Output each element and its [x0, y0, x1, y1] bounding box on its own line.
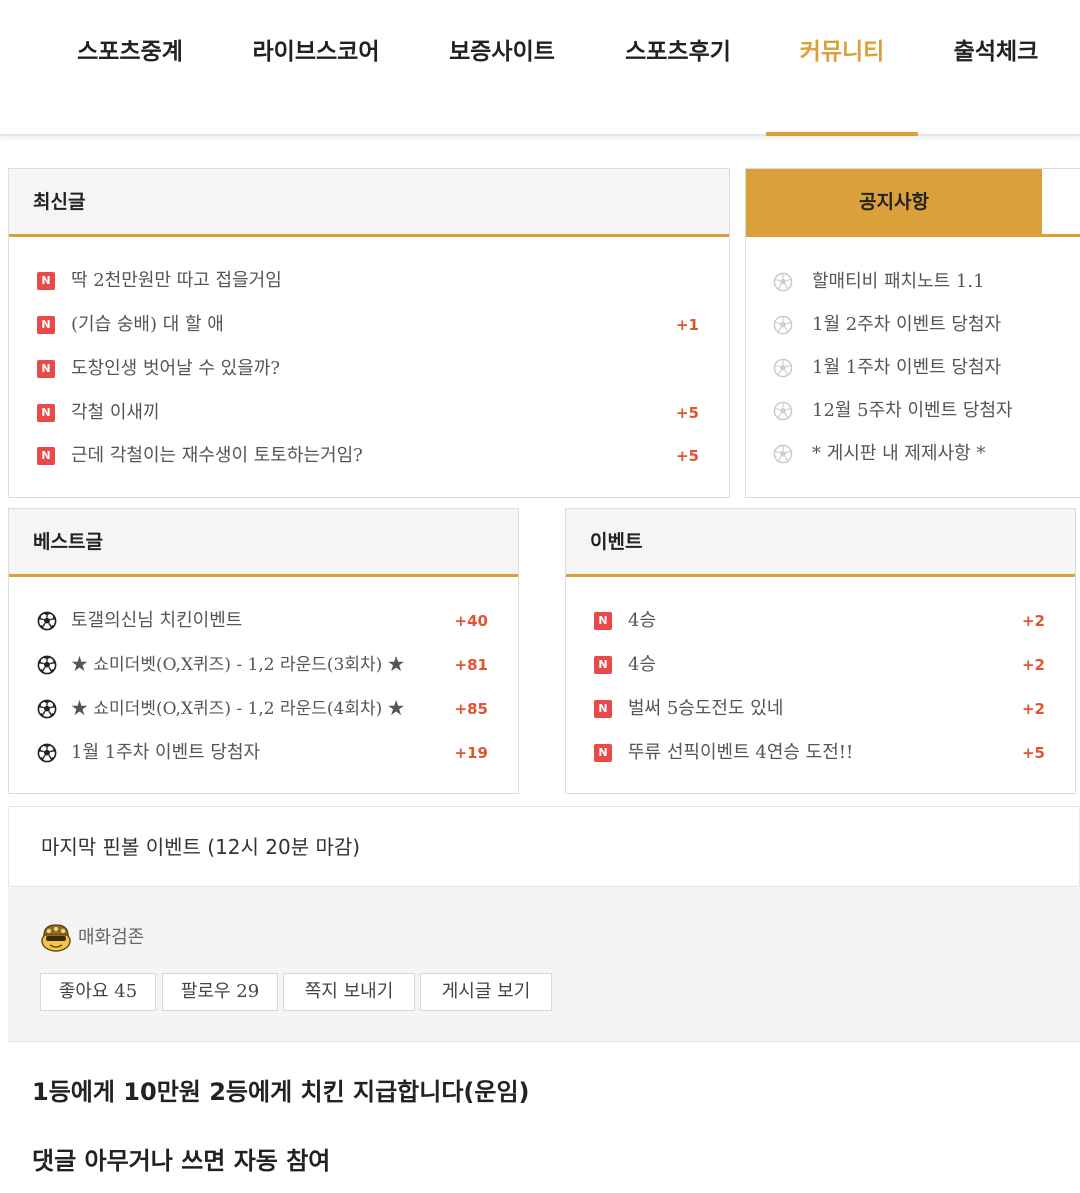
list-item[interactable]: 1월 1주차 이벤트 당첨자	[746, 353, 1080, 383]
events-panel: 이벤트 4승 +2 4승 +2 벌써 5승도전도 있네 +2 뚜류 선픽이벤트 …	[565, 508, 1076, 794]
new-badge-icon	[37, 272, 55, 290]
post-body-line: 1등에게 10만원 2등에게 치킨 지급합니다(운임)	[32, 1078, 530, 1106]
list-item[interactable]: 도창인생 벗어날 수 있을까?	[9, 354, 729, 384]
like-button[interactable]: 좋아요 45	[40, 973, 156, 1011]
list-item[interactable]: 4승 +2	[566, 650, 1075, 680]
comment-count: +5	[675, 447, 699, 465]
comment-count: +1	[675, 316, 699, 334]
list-item[interactable]: 1월 1주차 이벤트 당첨자 +19	[9, 738, 518, 768]
list-item-text: 1월 1주차 이벤트 당첨자	[71, 742, 261, 763]
list-item[interactable]: 근데 각철이는 재수생이 토토하는거임? +5	[9, 441, 729, 471]
nav-item-sports-broadcast[interactable]: 스포츠중계	[74, 30, 186, 74]
best-posts-header: 베스트글	[9, 509, 518, 577]
list-item[interactable]: ★ 쇼미더벳(O,X퀴즈) - 1,2 라운드(4회차) ★ +85	[9, 694, 518, 724]
soccer-ball-icon	[773, 401, 793, 421]
list-item[interactable]: ★ 쇼미더벳(O,X퀴즈) - 1,2 라운드(3회차) ★ +81	[9, 650, 518, 680]
soccer-ball-icon	[773, 358, 793, 378]
soccer-ball-icon	[773, 444, 793, 464]
comment-count: +5	[675, 404, 699, 422]
soccer-ball-icon	[37, 743, 57, 763]
list-item-text: 할매티비 패치노트 1.1	[812, 271, 985, 292]
list-item[interactable]: 1월 2주차 이벤트 당첨자	[746, 310, 1080, 340]
list-item-text: 1월 1주차 이벤트 당첨자	[812, 357, 1002, 378]
comment-count: +2	[1021, 700, 1045, 718]
list-item[interactable]: 딱 2천만원만 따고 접을거임	[9, 266, 729, 296]
list-item-text: 12월 5주차 이벤트 당첨자	[812, 400, 1013, 421]
list-item[interactable]: 뚜류 선픽이벤트 4연승 도전!! +5	[566, 738, 1075, 768]
new-badge-icon	[594, 744, 612, 762]
soccer-ball-icon	[773, 272, 793, 292]
events-header: 이벤트	[566, 509, 1075, 577]
new-badge-icon	[37, 360, 55, 378]
list-item-text: ★ 쇼미더벳(O,X퀴즈) - 1,2 라운드(4회차) ★	[71, 699, 405, 719]
list-item-text: 벌써 5승도전도 있네	[628, 698, 784, 719]
soccer-ball-icon	[37, 699, 57, 719]
avatar-icon[interactable]	[40, 921, 72, 953]
new-badge-icon	[37, 447, 55, 465]
comment-count: +2	[1021, 612, 1045, 630]
list-item-text: 4승	[628, 610, 657, 631]
comment-count: +85	[454, 700, 488, 718]
send-message-button[interactable]: 쪽지 보내기	[283, 973, 415, 1011]
list-item-text: ★ 쇼미더벳(O,X퀴즈) - 1,2 라운드(3회차) ★	[71, 655, 405, 675]
latest-posts-header: 최신글	[9, 169, 729, 237]
list-item[interactable]: 토갤의신님 치킨이벤트 +40	[9, 606, 518, 636]
active-tab-indicator	[766, 132, 918, 136]
comment-count: +5	[1021, 744, 1045, 762]
list-item[interactable]: (기습 숭배) 대 할 애 +1	[9, 310, 729, 340]
nav-item-verified-sites[interactable]: 보증사이트	[446, 30, 558, 74]
list-item-text: 4승	[628, 654, 657, 675]
new-badge-icon	[37, 404, 55, 422]
list-item[interactable]: 벌써 5승도전도 있네 +2	[566, 694, 1075, 724]
top-navigation: 스포츠중계 라이브스코어 보증사이트 스포츠후기 커뮤니티 출석체크	[0, 0, 1080, 136]
post-title: 마지막 핀볼 이벤트 (12시 20분 마감)	[41, 835, 361, 859]
list-item-text: 토갤의신님 치킨이벤트	[71, 610, 243, 631]
list-item-text: (기습 숭배) 대 할 애	[71, 314, 224, 335]
latest-posts-panel: 최신글 딱 2천만원만 따고 접을거임 (기습 숭배) 대 할 애 +1 도창인…	[8, 168, 730, 498]
soccer-ball-icon	[773, 315, 793, 335]
events-title: 이벤트	[590, 531, 643, 553]
best-posts-title: 베스트글	[33, 531, 103, 553]
author-name[interactable]: 매화검존	[78, 923, 144, 953]
soccer-ball-icon	[37, 655, 57, 675]
post-header: 마지막 핀볼 이벤트 (12시 20분 마감)	[8, 806, 1080, 886]
notice-header: 공지사항	[746, 169, 1080, 237]
follow-button[interactable]: 팔로우 29	[162, 973, 278, 1011]
nav-item-community[interactable]: 커뮤니티	[792, 30, 892, 74]
notice-panel: 공지사항 할매티비 패치노트 1.1 1월 2주차 이벤트 당첨자 1월 1주차…	[745, 168, 1080, 498]
post-body-line: 댓글 아무거나 쓰면 자동 참여	[32, 1147, 331, 1175]
latest-posts-title: 최신글	[33, 191, 86, 213]
nav-item-sports-reviews[interactable]: 스포츠후기	[622, 30, 734, 74]
best-posts-panel: 베스트글 토갤의신님 치킨이벤트 +40 ★ 쇼미더벳(O,X퀴즈) - 1,2…	[8, 508, 519, 794]
nav-item-attendance[interactable]: 출석체크	[950, 30, 1042, 74]
comment-count: +40	[454, 612, 488, 630]
notice-tab[interactable]: 공지사항	[746, 169, 1042, 235]
new-badge-icon	[594, 700, 612, 718]
list-item-text: 근데 각철이는 재수생이 토토하는거임?	[71, 445, 363, 466]
comment-count: +19	[454, 744, 488, 762]
list-item-text: 1월 2주차 이벤트 당첨자	[812, 314, 1002, 335]
new-badge-icon	[594, 656, 612, 674]
view-posts-button[interactable]: 게시글 보기	[420, 973, 552, 1011]
list-item[interactable]: 할매티비 패치노트 1.1	[746, 267, 1080, 297]
list-item[interactable]: 각철 이새끼 +5	[9, 398, 729, 428]
list-item-text: 뚜류 선픽이벤트 4연승 도전!!	[628, 742, 854, 763]
list-item[interactable]: * 게시판 내 제제사항 *	[746, 439, 1080, 469]
soccer-ball-icon	[37, 611, 57, 631]
list-item-text: 딱 2천만원만 따고 접을거임	[71, 270, 282, 291]
new-badge-icon	[37, 316, 55, 334]
list-item-text: 도창인생 벗어날 수 있을까?	[71, 358, 280, 379]
list-item[interactable]: 12월 5주차 이벤트 당첨자	[746, 396, 1080, 426]
list-item-text: * 게시판 내 제제사항 *	[812, 443, 986, 464]
list-item-text: 각철 이새끼	[71, 402, 160, 423]
list-item[interactable]: 4승 +2	[566, 606, 1075, 636]
nav-item-live-score[interactable]: 라이브스코어	[248, 30, 384, 74]
comment-count: +2	[1021, 656, 1045, 674]
post-author-bar: 매화검존 좋아요 45 팔로우 29 쪽지 보내기 게시글 보기	[8, 886, 1080, 1042]
new-badge-icon	[594, 612, 612, 630]
comment-count: +81	[454, 656, 488, 674]
